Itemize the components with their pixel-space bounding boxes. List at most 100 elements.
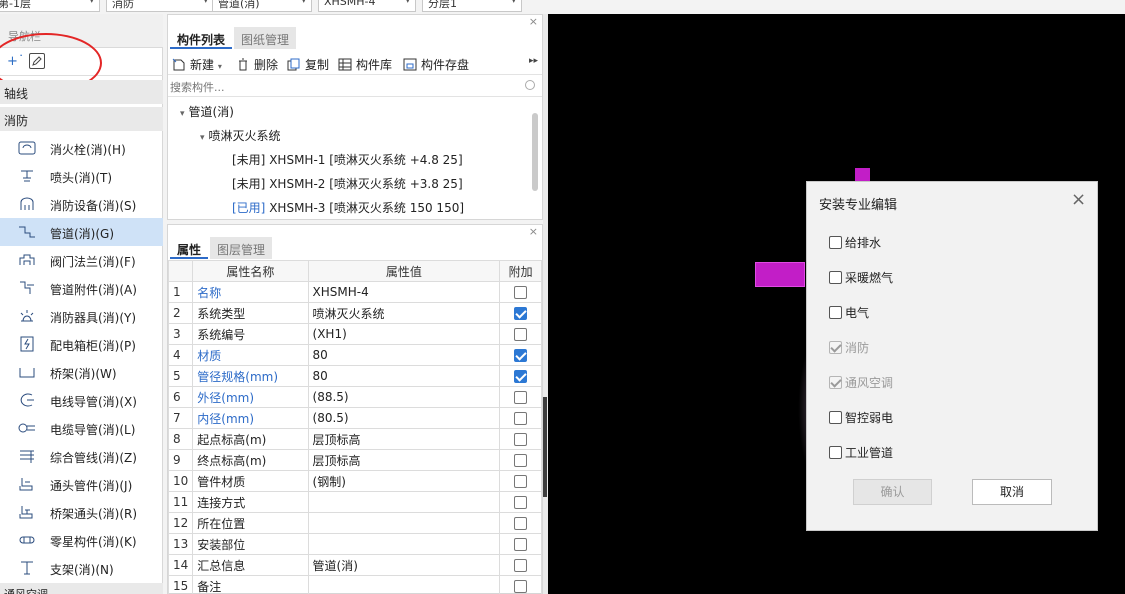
expand-arrow-icon[interactable]: ▾ (180, 109, 185, 119)
discipline-checkbox[interactable] (829, 271, 842, 284)
discipline-checkbox[interactable] (829, 236, 842, 249)
component-panel-close-button[interactable]: × (529, 15, 538, 28)
toolbar-more-button[interactable]: ▸▸ (529, 56, 538, 66)
property-value[interactable]: 层顶标高 (307, 428, 501, 450)
sidebar-item[interactable]: 电线导管(消)(X) (0, 386, 163, 414)
sidebar-item[interactable]: 管道(消)(G) (0, 218, 163, 246)
property-value[interactable]: 80 (307, 344, 501, 366)
component-dropdown[interactable]: XHSMH-4 ▾ (318, 0, 416, 12)
tab-properties[interactable]: 属性 (170, 237, 209, 259)
tree-scrollbar[interactable] (532, 113, 538, 191)
component-search-input[interactable] (170, 79, 520, 95)
property-panel-close-button[interactable]: × (529, 225, 538, 238)
sidebar-item[interactable]: 消火栓(消)(H) (0, 134, 163, 162)
property-row[interactable]: 15 备注 (167, 575, 542, 594)
property-row[interactable]: 7 内径(mm) (80.5) (167, 407, 542, 429)
extra-checkbox[interactable] (514, 559, 528, 572)
property-value[interactable]: (XH1) (307, 323, 501, 345)
tree-item[interactable]: [已用] XHSMH-3 [喷淋灭火系统 150 150] (232, 199, 464, 216)
sidebar-item[interactable]: 管道附件(消)(A) (0, 274, 163, 302)
sidebar-item[interactable]: 阀门法兰(消)(F) (0, 246, 163, 274)
extra-checkbox[interactable] (514, 370, 528, 383)
extra-checkbox[interactable] (514, 391, 528, 404)
property-value[interactable]: XHSMH-4 (307, 281, 501, 303)
add-sparkle-icon[interactable]: +˙ (7, 54, 24, 69)
nav-category-fire[interactable]: 消防 (0, 107, 163, 131)
property-value[interactable]: 喷淋灭火系统 (307, 302, 501, 324)
property-value[interactable] (307, 575, 501, 594)
property-row[interactable]: 8 起点标高(m) 层顶标高 (167, 428, 542, 450)
close-icon[interactable]: × (1071, 190, 1086, 210)
sidebar-item[interactable]: 支架(消)(N) (0, 554, 163, 582)
property-row[interactable]: 11 连接方式 (167, 491, 542, 513)
discipline-checkbox[interactable] (829, 376, 842, 389)
nav-category-axis[interactable]: 轴线 (0, 80, 163, 104)
discipline-checkbox[interactable] (829, 306, 842, 319)
discipline-option[interactable]: 消防 (829, 339, 869, 356)
layer-dropdown[interactable]: 分层1 ▾ (422, 0, 522, 12)
discipline-option[interactable]: 通风空调 (829, 374, 893, 391)
extra-checkbox[interactable] (514, 580, 528, 593)
sidebar-item[interactable]: 零星构件(消)(K) (0, 526, 163, 554)
sidebar-item[interactable]: 配电箱柜(消)(P) (0, 330, 163, 358)
extra-checkbox[interactable] (514, 307, 528, 320)
sidebar-item[interactable]: 通头管件(消)(J) (0, 470, 163, 498)
extra-checkbox[interactable] (514, 517, 528, 530)
tab-component-list[interactable]: 构件列表 (170, 27, 233, 49)
floor-dropdown[interactable]: 第-1层 ▾ (0, 0, 100, 12)
property-value[interactable]: (钢制) (307, 470, 501, 492)
sidebar-item[interactable]: 喷头(消)(T) (0, 162, 163, 190)
sidebar-item[interactable]: 桥架(消)(W) (0, 358, 163, 386)
nav-category-hvac[interactable]: 通风空调 (0, 583, 163, 594)
property-row[interactable]: 2 系统类型 喷淋灭火系统 (167, 302, 542, 324)
component-save-button[interactable]: 构件存盘 (403, 56, 469, 73)
copy-button[interactable]: 复制 (287, 56, 329, 73)
expand-arrow-icon[interactable]: ▾ (200, 133, 205, 143)
confirm-button[interactable]: 确认 (853, 479, 932, 505)
tree-item[interactable]: [未用] XHSMH-1 [喷淋灭火系统 +4.8 25] (232, 151, 463, 168)
tab-drawing-management[interactable]: 图纸管理 (234, 27, 297, 49)
property-value[interactable]: 管道(消) (307, 554, 501, 576)
property-row[interactable]: 13 安装部位 (167, 533, 542, 555)
edit-icon[interactable] (29, 53, 45, 69)
discipline-dropdown[interactable]: 消防 ▾ (106, 0, 214, 12)
extra-checkbox[interactable] (514, 496, 528, 509)
discipline-option[interactable]: 电气 (829, 304, 869, 321)
sidebar-item[interactable]: 消防器具(消)(Y) (0, 302, 163, 330)
chevron-down-icon[interactable]: ▾ (218, 62, 222, 71)
discipline-checkbox[interactable] (829, 341, 842, 354)
property-row[interactable]: 1 名称 XHSMH-4 (167, 281, 542, 303)
property-row[interactable]: 4 材质 80 (167, 344, 542, 366)
sidebar-item[interactable]: 综合管线(消)(Z) (0, 442, 163, 470)
extra-checkbox[interactable] (514, 538, 528, 551)
tree-item[interactable]: [未用] XHSMH-2 [喷淋灭火系统 +3.8 25] (232, 175, 463, 192)
new-button[interactable]: 新建 ▾ (172, 56, 222, 73)
cancel-button[interactable]: 取消 (972, 479, 1052, 505)
property-value[interactable]: (88.5) (307, 386, 501, 408)
property-row[interactable]: 9 终点标高(m) 层顶标高 (167, 449, 542, 471)
property-value[interactable]: 层顶标高 (307, 449, 501, 471)
search-icon[interactable] (525, 80, 535, 90)
sidebar-item[interactable]: 桥架通头(消)(R) (0, 498, 163, 526)
property-value[interactable] (307, 512, 501, 534)
property-value[interactable]: 80 (307, 365, 501, 387)
property-row[interactable]: 12 所在位置 (167, 512, 542, 534)
tree-group[interactable]: ▾ 喷淋灭火系统 (200, 127, 281, 144)
property-row[interactable]: 5 管径规格(mm) 80 (167, 365, 542, 387)
delete-button[interactable]: 删除 (236, 56, 278, 73)
property-row[interactable]: 10 管件材质 (钢制) (167, 470, 542, 492)
pipe-segment-horizontal[interactable] (755, 262, 805, 287)
extra-checkbox[interactable] (514, 454, 528, 467)
splitter-handle[interactable] (543, 397, 547, 497)
extra-checkbox[interactable] (514, 286, 528, 299)
extra-checkbox[interactable] (514, 433, 528, 446)
discipline-option[interactable]: 采暖燃气 (829, 269, 893, 286)
property-row[interactable]: 6 外径(mm) (88.5) (167, 386, 542, 408)
discipline-option[interactable]: 工业管道 (829, 444, 893, 461)
discipline-checkbox[interactable] (829, 411, 842, 424)
sidebar-item[interactable]: 电缆导管(消)(L) (0, 414, 163, 442)
discipline-checkbox[interactable] (829, 446, 842, 459)
discipline-option[interactable]: 智控弱电 (829, 409, 893, 426)
component-library-button[interactable]: 构件库 (338, 56, 392, 73)
type-dropdown[interactable]: 管道(消) ▾ (212, 0, 312, 12)
